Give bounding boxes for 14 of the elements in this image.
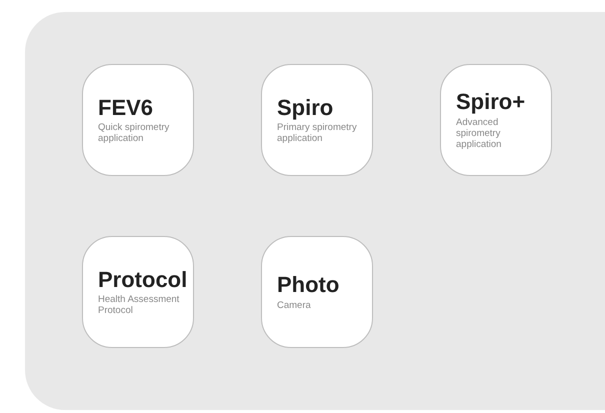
app-tile[interactable]: Photo Camera [261,236,373,348]
app-tile[interactable]: Protocol Health Assessment Protocol [82,236,194,348]
app-tile[interactable]: Spiro Primary spirometry application [261,64,373,176]
app-description: Camera [277,300,312,312]
app-tile[interactable]: Spiro+ Advanced spirometry application [440,64,552,176]
app-title: FEV6 [98,94,154,120]
app-tile[interactable]: FEV6 Quick spirometry application [82,64,194,176]
app-title: Photo [277,272,340,298]
app-description: Health Assessment Protocol [98,295,180,318]
app-title: Spiro [277,94,334,120]
app-title: Spiro+ [456,89,526,115]
app-description: Primary spirometry application [277,123,358,146]
app-description: Quick spirometry application [98,123,170,146]
app-description: Advanced spirometry application [456,118,502,151]
